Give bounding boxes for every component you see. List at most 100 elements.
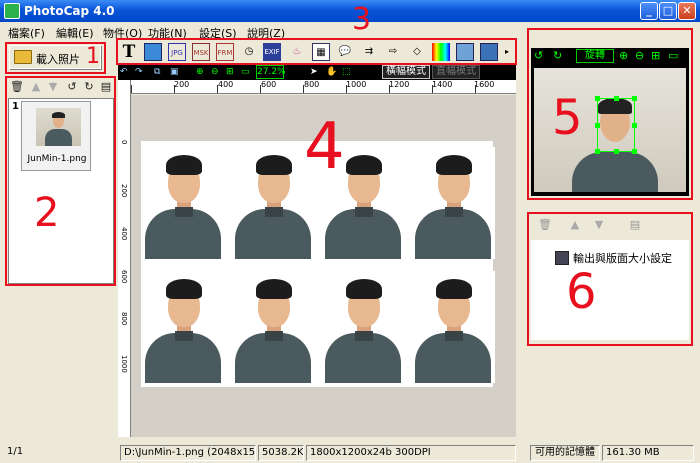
crop-handle[interactable] <box>614 149 619 154</box>
balloon-icon[interactable]: 💬 <box>336 43 354 61</box>
status-file: D:\JunMin-1.png (2048x1536x32) <box>120 445 256 461</box>
frame-icon[interactable]: FRM <box>216 43 234 61</box>
toolbar-more-icon[interactable]: ▸ <box>502 43 512 61</box>
menu-file[interactable]: 檔案(F) <box>8 25 45 41</box>
zoom-level[interactable]: 27.2% <box>256 65 286 79</box>
cake-icon[interactable]: ♨ <box>288 43 306 61</box>
properties-icon[interactable]: ▤ <box>627 217 643 233</box>
photo-collar <box>445 331 463 341</box>
copy-icon[interactable]: ⧉ <box>154 65 160 79</box>
zoom-out-icon[interactable]: ⊖ <box>211 65 219 79</box>
window-title: PhotoCap 4.0 <box>24 4 115 18</box>
layout-sheet[interactable] <box>141 141 495 387</box>
maximize-button[interactable]: □ <box>659 2 677 20</box>
crop-handle[interactable] <box>632 123 637 128</box>
passport-photo[interactable] <box>231 271 315 383</box>
hand-icon[interactable]: ✋ <box>326 65 337 79</box>
preview-image[interactable] <box>534 68 686 192</box>
minimize-button[interactable]: _ <box>640 2 658 20</box>
trash-icon[interactable]: 🗑 <box>9 79 25 95</box>
app-icon <box>4 3 20 19</box>
arrow-icon[interactable]: ⇨ <box>384 43 402 61</box>
text-tool-icon[interactable]: T <box>120 43 138 61</box>
menu-function[interactable]: 功能(N) <box>148 25 187 41</box>
passport-photo[interactable] <box>141 147 225 259</box>
memory-label: 可用的記憶體 <box>530 445 600 461</box>
move-down-icon[interactable]: ▼ <box>45 79 61 95</box>
crop-handle[interactable] <box>595 123 600 128</box>
menu-object[interactable]: 物件(O) <box>103 25 142 41</box>
pointer-icon[interactable]: ➤ <box>310 65 318 79</box>
rotate-left-icon[interactable]: ↺ <box>64 79 80 95</box>
arrows-icon[interactable]: ⇉ <box>360 43 378 61</box>
document-icon[interactable]: ▤ <box>98 79 114 95</box>
menu-edit[interactable]: 編輯(E) <box>56 25 94 41</box>
gallery-icon[interactable] <box>480 43 498 61</box>
shapes-icon[interactable]: ◇ <box>408 43 426 61</box>
clock-icon[interactable]: ◷ <box>240 43 258 61</box>
move-down-icon[interactable]: ▼ <box>591 217 607 233</box>
thumbnail-hair <box>52 112 65 118</box>
actual-size-icon[interactable]: ▭ <box>241 65 250 79</box>
crop-handle[interactable] <box>614 96 619 101</box>
calendar-icon[interactable]: ▦ <box>312 43 330 61</box>
photo-hair <box>436 155 472 175</box>
crop-handle[interactable] <box>632 149 637 154</box>
passport-photo[interactable] <box>141 271 225 383</box>
actual-size-icon[interactable]: ▭ <box>668 49 678 63</box>
palette-icon[interactable] <box>432 43 450 61</box>
landscape-mode-button[interactable]: 橫幅模式 <box>382 65 430 79</box>
redo-icon[interactable]: ↷ <box>135 65 143 79</box>
paste-icon[interactable]: ▣ <box>170 65 179 79</box>
close-button[interactable]: ✕ <box>678 2 696 20</box>
editor-canvas[interactable] <box>131 95 516 437</box>
export-layout-item[interactable]: 輸出與版面大小設定 <box>555 250 672 266</box>
portrait-mode-button[interactable]: 直幅模式 <box>432 65 480 79</box>
exif-icon[interactable]: EXIF <box>263 43 281 61</box>
rotate-right-icon[interactable]: ↻ <box>81 79 97 95</box>
folder-open-icon <box>14 50 32 64</box>
passport-photo[interactable] <box>231 147 315 259</box>
fit-icon[interactable]: ⊞ <box>651 49 660 63</box>
ruler-label: 1600 <box>474 80 495 89</box>
thumbnail-card[interactable]: JunMin-1.png <box>21 101 91 171</box>
crop-handle[interactable] <box>632 96 637 101</box>
move-up-icon[interactable]: ▲ <box>567 217 583 233</box>
load-photo-label: 載入照片 <box>36 53 80 66</box>
crop-selection[interactable] <box>595 96 637 154</box>
zoom-out-icon[interactable]: ⊖ <box>635 49 644 63</box>
crop-handle[interactable] <box>595 96 600 101</box>
passport-photo[interactable] <box>321 271 405 383</box>
passport-photo[interactable] <box>411 147 495 259</box>
mask-icon[interactable]: MSK <box>192 43 210 61</box>
preview-panel: ↺ ↻ 旋轉 ⊕ ⊖ ⊞ ▭ <box>531 48 689 196</box>
photo-collar <box>445 207 463 217</box>
ruler-label: 200 <box>174 80 190 89</box>
zoom-in-icon[interactable]: ⊕ <box>619 49 628 63</box>
ruler-label: 1000 <box>120 355 128 373</box>
rotate-left-icon[interactable]: ↺ <box>534 49 543 63</box>
jpg-icon[interactable]: JPG <box>168 43 186 61</box>
image-icon[interactable] <box>144 43 162 61</box>
passport-photo[interactable] <box>411 271 495 383</box>
menu-settings[interactable]: 設定(S) <box>199 25 237 41</box>
trash-icon[interactable]: 🗑 <box>537 217 553 233</box>
picture-icon[interactable] <box>456 43 474 61</box>
load-photo-button[interactable]: 載入照片 <box>9 45 101 69</box>
photo-hair <box>346 279 382 299</box>
crop-handle[interactable] <box>595 149 600 154</box>
ruler-label: 1400 <box>432 80 453 89</box>
thumbnail-list[interactable]: 1 JunMin-1.png <box>8 98 114 284</box>
menu-help[interactable]: 說明(Z) <box>247 25 285 41</box>
ruler-label: 0 <box>120 140 128 145</box>
passport-photo[interactable] <box>321 147 405 259</box>
rotate-right-icon[interactable]: ↻ <box>553 49 562 63</box>
move-up-icon[interactable]: ▲ <box>28 79 44 95</box>
undo-icon[interactable]: ↶ <box>120 65 128 79</box>
ruler-label: 200 <box>120 184 128 198</box>
zoom-in-icon[interactable]: ⊕ <box>196 65 204 79</box>
select-icon[interactable]: ⬚ <box>342 65 351 79</box>
rotate-dropdown[interactable]: 旋轉 <box>576 49 614 63</box>
fit-icon[interactable]: ⊞ <box>226 65 234 79</box>
title-bar: PhotoCap 4.0 _ □ ✕ <box>0 0 700 22</box>
